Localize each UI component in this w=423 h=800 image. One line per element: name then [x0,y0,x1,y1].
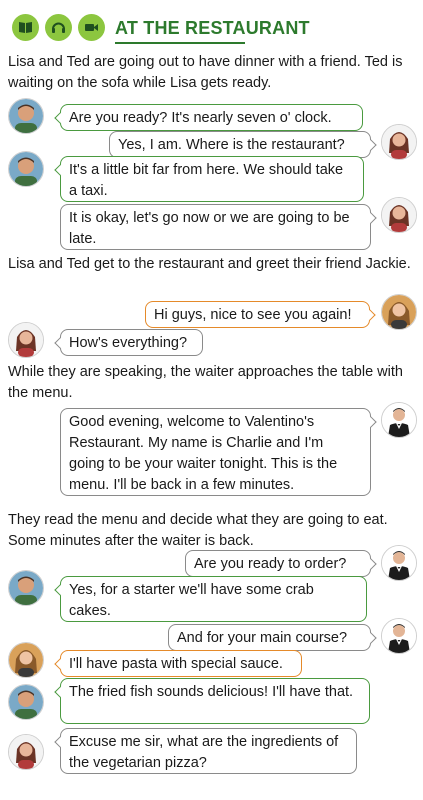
waiter-avatar [381,402,417,438]
book-icon[interactable] [12,14,39,41]
narration-text: Lisa and Ted are going out to have dinne… [8,54,403,91]
dialogue-bubble: Yes, for a starter we'll have some crab … [60,576,367,622]
dialogue-bubble: It's a little bit far from here. We shou… [60,156,364,202]
narration-text: While they are speaking, the waiter appr… [8,364,403,401]
waiter-avatar [381,618,417,654]
dialogue-bubble: Good evening, welcome to Valentino's Res… [60,408,371,496]
jackie-avatar [381,294,417,330]
narration-text: They read the menu and decide what they … [8,512,388,549]
dialogue-bubble: The fried fish sounds delicious! I'll ha… [60,678,370,724]
lisa-avatar [8,734,44,770]
page-title: AT THE RESTAURANT [115,18,310,38]
lisa-avatar [381,197,417,233]
title-underline [115,42,245,44]
ted-avatar [8,684,44,720]
jackie-avatar [8,642,44,678]
dialogue-bubble: And for your main course? [168,624,371,651]
dialogue-bubble: Yes, I am. Where is the restaurant? [109,131,371,158]
dialogue-bubble: It is okay, let's go now or we are going… [60,204,371,250]
video-camera-icon[interactable] [78,14,105,41]
ted-avatar [8,151,44,187]
headphones-icon[interactable] [45,14,72,41]
dialogue-bubble: Are you ready? It's nearly seven o' cloc… [60,104,363,131]
dialogue-bubble: Excuse me sir, what are the ingredients … [60,728,357,774]
lisa-avatar [8,322,44,358]
narration-text: Lisa and Ted get to the restaurant and g… [8,256,411,272]
header: AT THE RESTAURANT [0,14,423,50]
dialogue-bubble: Are you ready to order? [185,550,371,577]
dialogue-bubble: Hi guys, nice to see you again! [145,301,370,328]
waiter-avatar [381,545,417,581]
dialogue-bubble: How's everything? [60,329,203,356]
dialogue-bubble: I'll have pasta with special sauce. [60,650,302,677]
lisa-avatar [381,124,417,160]
ted-avatar [8,98,44,134]
ted-avatar [8,570,44,606]
